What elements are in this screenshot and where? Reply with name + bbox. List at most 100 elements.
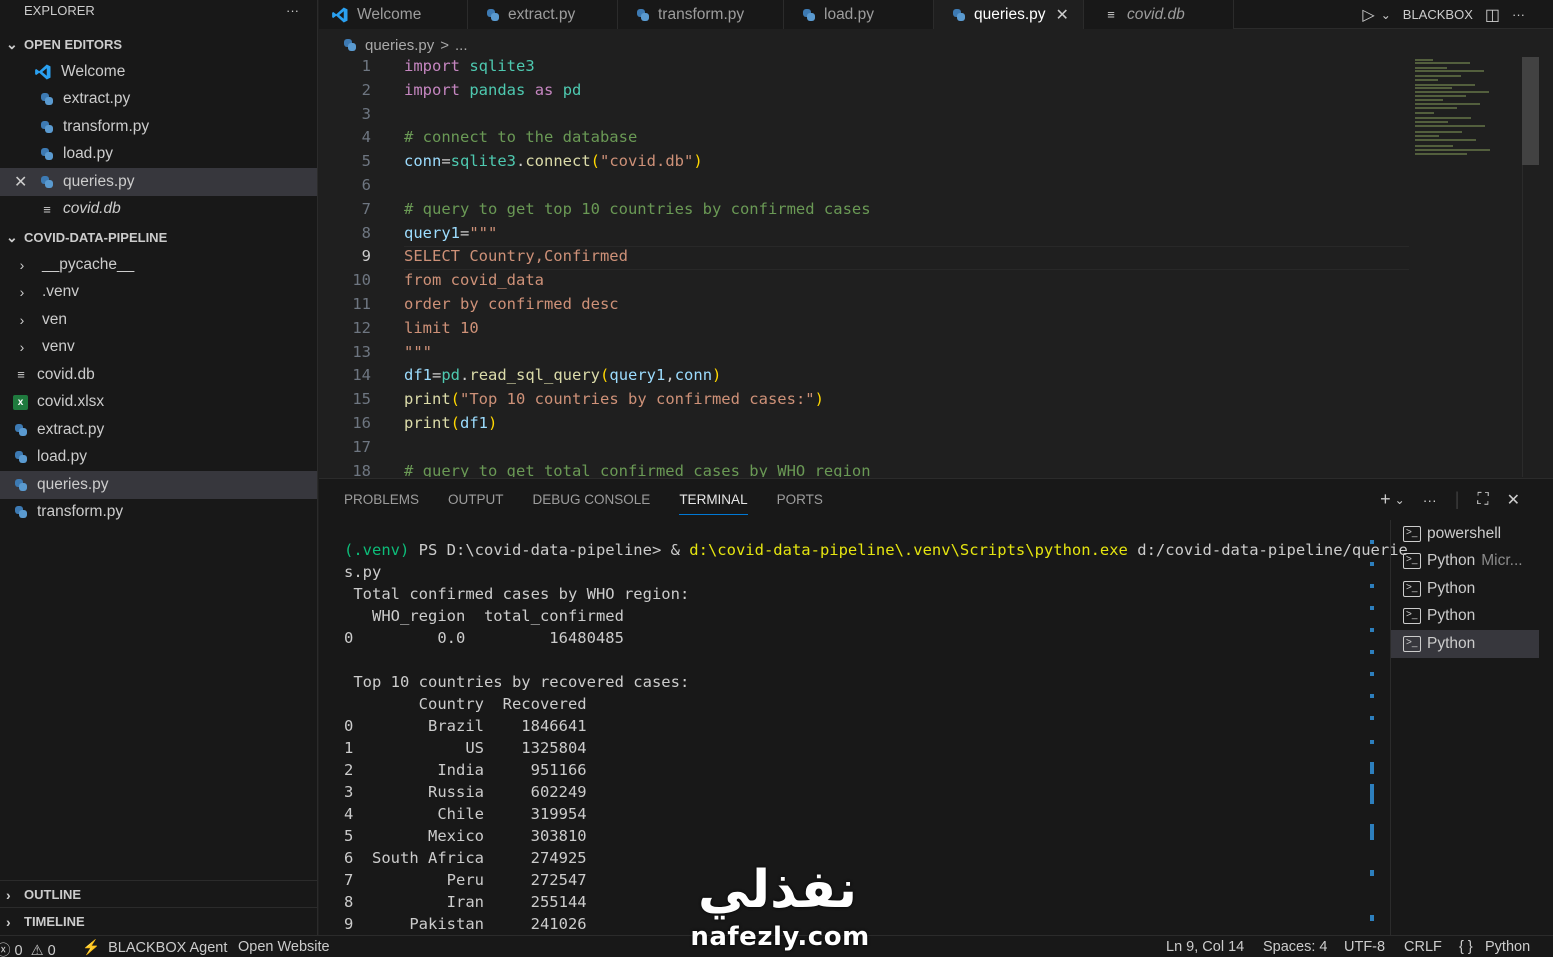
file-extract[interactable]: extract.py xyxy=(0,416,317,444)
folder-label: ven xyxy=(42,310,67,328)
minimap-line xyxy=(1415,84,1475,86)
editor-scrollbar-thumb[interactable] xyxy=(1522,57,1539,165)
minimap-line xyxy=(1415,70,1484,72)
split-editor-icon[interactable]: ◫ xyxy=(1485,5,1500,25)
code-line[interactable]: 7 # query to get top 10 countries by conf… xyxy=(319,200,1419,224)
code-text: df1=pd.read_sql_query(query1,conn) xyxy=(404,366,722,385)
close-panel-icon[interactable]: ✕ xyxy=(1507,490,1520,510)
code-text: print("Top 10 countries by confirmed cas… xyxy=(404,390,824,409)
code-line[interactable]: 18 # query to get total confirmed cases b… xyxy=(319,462,1419,477)
blackbox-button[interactable]: BLACKBOX xyxy=(1403,7,1473,22)
open-website-button[interactable]: Open Website xyxy=(238,939,330,955)
outline-header[interactable]: › OUTLINE xyxy=(0,881,318,908)
open-editors-header[interactable]: ⌄ OPEN EDITORS xyxy=(0,30,317,58)
terminal-item-python-2[interactable]: >_ Python xyxy=(1391,575,1539,603)
breadcrumb-more[interactable]: ... xyxy=(455,37,468,54)
terminal-item-python-3[interactable]: >_ Python xyxy=(1391,603,1539,631)
file-queries[interactable]: queries.py xyxy=(0,471,317,499)
file-transform[interactable]: transform.py xyxy=(0,499,317,527)
tab-terminal[interactable]: TERMINAL xyxy=(679,492,748,515)
terminal-item-python-4[interactable]: >_ Python xyxy=(1391,630,1539,658)
code-line[interactable]: 1 import sqlite3 xyxy=(319,57,1419,81)
tab-problems[interactable]: PROBLEMS xyxy=(344,492,419,515)
problems-status[interactable]: ⓧ 0 ⚠ 0 xyxy=(0,939,56,957)
timeline-section[interactable]: › TIMELINE xyxy=(0,907,318,935)
timeline-header[interactable]: › TIMELINE xyxy=(0,908,318,935)
explorer-more-button[interactable]: ··· xyxy=(286,3,299,18)
new-terminal-plus-icon[interactable]: + xyxy=(1380,489,1391,510)
terminal-item-powershell[interactable]: >_ powershell xyxy=(1391,520,1539,548)
tab-output[interactable]: OUTPUT xyxy=(448,492,504,515)
code-line[interactable]: 16 print(df1) xyxy=(319,414,1419,438)
tab-label: covid.db xyxy=(1127,5,1185,23)
blackbox-agent-status[interactable]: ⚡ BLACKBOX Agent xyxy=(82,939,227,956)
indentation-status[interactable]: Spaces: 4 xyxy=(1263,939,1328,955)
run-icon[interactable]: ▷ xyxy=(1362,5,1374,25)
open-editor-covid-db[interactable]: ≡ covid.db xyxy=(0,196,317,224)
code-line[interactable]: 13 """ xyxy=(319,343,1419,367)
file-covid-xlsx[interactable]: x covid.xlsx xyxy=(0,389,317,417)
code-line[interactable]: 2 import pandas as pd xyxy=(319,81,1419,105)
code-line[interactable]: 10 from covid_data xyxy=(319,271,1419,295)
folder-venv[interactable]: › venv xyxy=(0,334,317,362)
open-editor-transform[interactable]: transform.py xyxy=(0,113,317,141)
python-icon xyxy=(802,8,816,22)
encoding-status[interactable]: UTF-8 xyxy=(1344,939,1385,955)
scroll-marker xyxy=(1370,740,1374,744)
tab-transform[interactable]: transform.py xyxy=(618,0,784,29)
minimap[interactable] xyxy=(1413,57,1523,477)
project-label: COVID-DATA-PIPELINE xyxy=(24,229,168,245)
prompt-amp: & xyxy=(670,541,690,559)
tab-label: queries.py xyxy=(974,5,1046,23)
close-tab-icon[interactable]: ✕ xyxy=(1056,5,1069,25)
folder-pycache[interactable]: › __pycache__ xyxy=(0,251,317,279)
maximize-panel-icon[interactable]: ⛶ xyxy=(1477,491,1488,509)
code-line[interactable]: 11 order by confirmed desc xyxy=(319,295,1419,319)
code-line[interactable]: 12 limit 10 xyxy=(319,319,1419,343)
code-editor[interactable]: 1 import sqlite3 2 import pandas as pd 3 4 # c… xyxy=(319,57,1539,477)
breadcrumb-file[interactable]: queries.py xyxy=(365,37,434,54)
code-line[interactable]: 8 query1=""" xyxy=(319,224,1419,248)
file-covid-db[interactable]: ≡ covid.db xyxy=(0,361,317,389)
open-editor-welcome[interactable]: Welcome xyxy=(0,58,317,86)
tab-load[interactable]: load.py xyxy=(784,0,934,29)
outline-section[interactable]: › OUTLINE xyxy=(0,880,318,908)
python-icon xyxy=(486,8,500,22)
code-line[interactable]: 9 SELECT Country,Confirmed xyxy=(319,247,1419,271)
folder-label: .venv xyxy=(42,283,80,301)
open-editor-extract[interactable]: extract.py xyxy=(0,86,317,114)
terminal-line: Country Recovered xyxy=(344,695,587,713)
more-actions-icon[interactable]: ··· xyxy=(1512,7,1525,22)
language-mode[interactable]: Python xyxy=(1485,939,1530,955)
code-text: order by confirmed desc xyxy=(404,295,619,313)
chevron-down-icon[interactable]: ⌄ xyxy=(1381,8,1391,22)
close-icon[interactable]: ✕ xyxy=(14,172,27,192)
open-editor-load[interactable]: load.py xyxy=(0,141,317,169)
code-line[interactable]: 6 xyxy=(319,176,1419,200)
code-text: # query to get total confirmed cases by … xyxy=(404,461,871,477)
project-header[interactable]: ⌄ COVID-DATA-PIPELINE xyxy=(0,223,317,251)
code-line[interactable]: 3 xyxy=(319,105,1419,129)
chevron-down-icon[interactable]: ⌄ xyxy=(1395,493,1405,507)
terminal-scroll-markers[interactable] xyxy=(1370,540,1376,930)
code-line[interactable]: 4 # connect to the database xyxy=(319,128,1419,152)
folder-ven[interactable]: › ven xyxy=(0,306,317,334)
code-text: conn=sqlite3.connect("covid.db") xyxy=(404,152,703,171)
terminal-item-python-1[interactable]: >_ Python Micr... xyxy=(1391,548,1539,576)
tab-covid-db[interactable]: ≡ covid.db xyxy=(1084,0,1234,29)
code-line[interactable]: 17 xyxy=(319,438,1419,462)
code-line[interactable]: 15 print("Top 10 countries by confirmed c… xyxy=(319,390,1419,414)
tab-debug-console[interactable]: DEBUG CONSOLE xyxy=(533,492,651,515)
tab-queries[interactable]: queries.py ✕ xyxy=(934,0,1084,29)
tab-extract[interactable]: extract.py xyxy=(468,0,618,29)
code-line[interactable]: 5 conn=sqlite3.connect("covid.db") xyxy=(319,152,1419,176)
more-actions-icon[interactable]: ··· xyxy=(1423,492,1437,508)
tab-ports[interactable]: PORTS xyxy=(777,492,823,515)
tab-welcome[interactable]: Welcome xyxy=(319,0,468,29)
cursor-position[interactable]: Ln 9, Col 14 xyxy=(1166,939,1244,955)
open-editor-queries[interactable]: ✕ queries.py xyxy=(0,168,317,196)
code-line[interactable]: 14 df1=pd.read_sql_query(query1,conn) xyxy=(319,366,1419,390)
eol-status[interactable]: CRLF xyxy=(1404,939,1442,955)
folder-dot-venv[interactable]: › .venv xyxy=(0,279,317,307)
file-load[interactable]: load.py xyxy=(0,444,317,472)
